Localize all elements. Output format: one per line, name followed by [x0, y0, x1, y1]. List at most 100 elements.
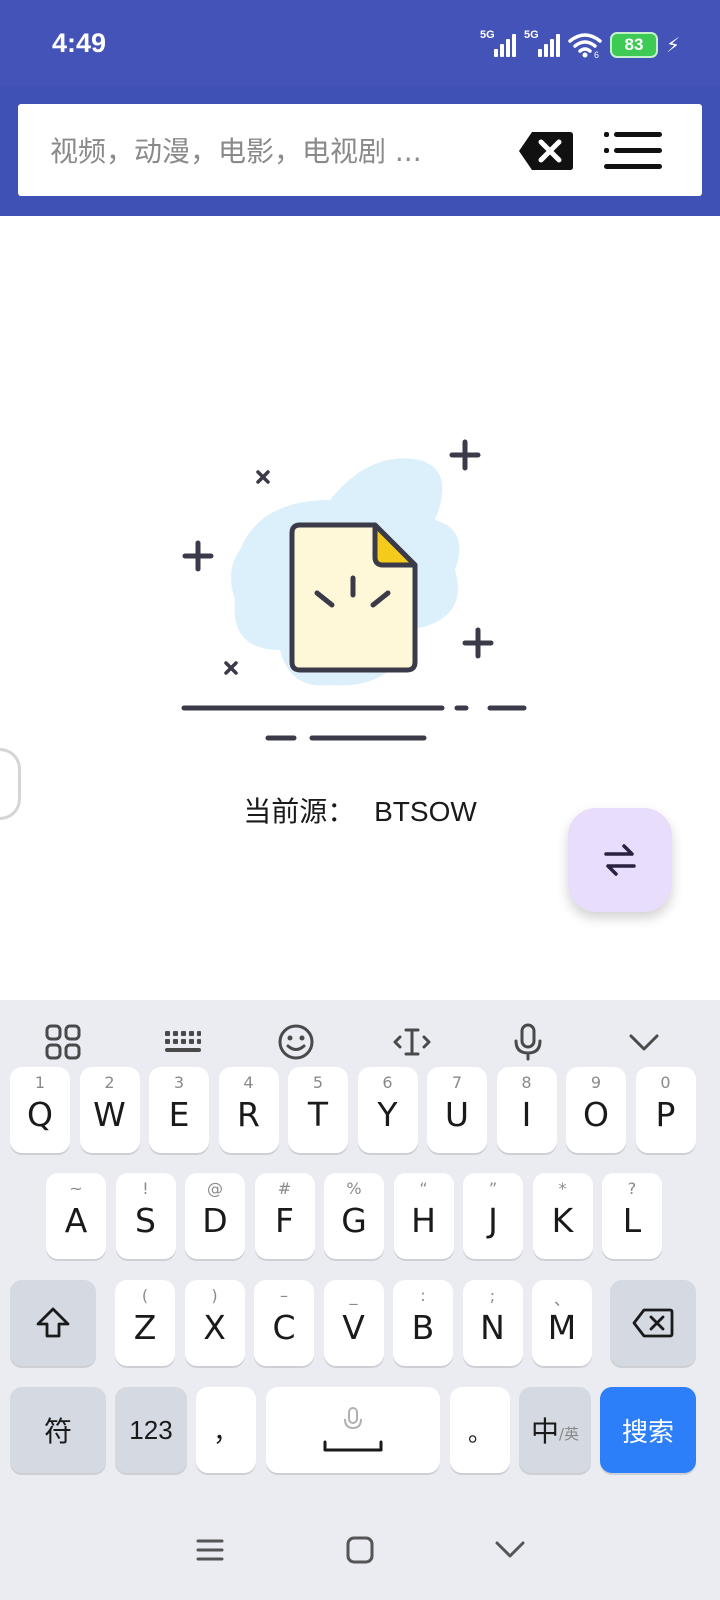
- space-key[interactable]: [266, 1387, 440, 1473]
- shift-arrow-icon: [36, 1307, 70, 1338]
- key-hint: %: [346, 1179, 362, 1198]
- key-label: U: [444, 1094, 470, 1134]
- key-l[interactable]: ? L: [602, 1173, 662, 1259]
- key-label: R: [237, 1094, 260, 1134]
- key-hint: !: [142, 1179, 149, 1198]
- key-g[interactable]: % G: [324, 1173, 384, 1259]
- key-hint: 8: [521, 1073, 532, 1092]
- language-key-sub: /英: [558, 1424, 580, 1443]
- apps-grid-icon[interactable]: [43, 1022, 83, 1062]
- key-y[interactable]: 6Y: [357, 1067, 418, 1153]
- search-key[interactable]: 搜索: [600, 1387, 696, 1473]
- key-a[interactable]: ~ A: [46, 1173, 106, 1259]
- signal-label: 5G: [479, 29, 495, 41]
- keyboard-layout-icon[interactable]: [162, 1022, 202, 1062]
- clear-search-icon[interactable]: [518, 130, 574, 172]
- backspace-key[interactable]: [610, 1280, 696, 1366]
- key-j[interactable]: ” J: [463, 1173, 523, 1259]
- charging-icon: ⚡: [665, 33, 680, 57]
- key-hint: 5: [312, 1073, 324, 1092]
- numbers-key[interactable]: 123: [115, 1387, 187, 1473]
- swap-arrows-icon: [604, 844, 636, 876]
- key-q[interactable]: 1Q: [10, 1067, 70, 1153]
- key-i[interactable]: 8I: [496, 1067, 557, 1153]
- status-bar: 4:49 5G 5G 6 83 ⚡: [0, 0, 720, 86]
- text-cursor-icon[interactable]: [392, 1022, 432, 1062]
- key-u[interactable]: 7U: [427, 1067, 487, 1153]
- switch-source-button[interactable]: [568, 808, 672, 912]
- emoji-icon[interactable]: [276, 1022, 316, 1062]
- system-nav-bar: [0, 1500, 720, 1600]
- period-key[interactable]: 。: [450, 1387, 510, 1473]
- key-hint: ~: [69, 1179, 83, 1198]
- key-k[interactable]: * K: [532, 1173, 593, 1259]
- key-f[interactable]: # F: [254, 1173, 315, 1259]
- empty-file-illustration: [181, 439, 527, 741]
- numbers-key-label: 123: [129, 1414, 173, 1445]
- signal-icon: 5G: [524, 29, 560, 57]
- key-r[interactable]: 4R: [218, 1067, 279, 1153]
- key-hint: “: [419, 1179, 428, 1198]
- key-hint: 4: [243, 1073, 254, 1092]
- key-hint: ): [211, 1286, 218, 1305]
- key-label: T: [307, 1094, 329, 1134]
- key-hint: ?: [627, 1179, 637, 1198]
- key-label: P: [655, 1094, 676, 1134]
- symbols-key[interactable]: 符: [10, 1387, 106, 1473]
- key-o[interactable]: 9O: [566, 1067, 626, 1153]
- key-hint: (: [141, 1286, 149, 1305]
- comma-key-label: ，: [212, 1417, 239, 1448]
- key-label: D: [202, 1200, 228, 1240]
- key-label: I: [521, 1094, 532, 1134]
- key-label: B: [411, 1307, 435, 1347]
- key-label: E: [168, 1094, 190, 1134]
- key-label: S: [135, 1200, 156, 1240]
- key-c[interactable]: – C: [254, 1280, 314, 1366]
- key-hint: ”: [488, 1179, 498, 1198]
- period-key-label: 。: [468, 1418, 492, 1447]
- language-switch-key[interactable]: 中 /英: [519, 1387, 591, 1473]
- key-hint: 2: [104, 1073, 115, 1092]
- space-bar-icon: [323, 1407, 383, 1452]
- key-label: V: [342, 1307, 365, 1347]
- wifi-icon: 6: [568, 33, 602, 58]
- language-key-main: 中: [530, 1415, 559, 1448]
- key-hint: *: [558, 1179, 567, 1198]
- key-hint: @: [207, 1179, 223, 1198]
- battery-icon: 83: [609, 32, 658, 58]
- key-v[interactable]: _ V: [323, 1280, 384, 1366]
- menu-icon[interactable]: [604, 130, 662, 172]
- key-t[interactable]: 5T: [288, 1067, 348, 1153]
- search-key-label: 搜索: [621, 1417, 674, 1448]
- key-p[interactable]: 0P: [635, 1067, 696, 1153]
- key-hint: 7: [451, 1073, 463, 1092]
- key-hint: _: [349, 1286, 358, 1305]
- key-m[interactable]: 、 M: [532, 1280, 592, 1366]
- key-hint: #: [277, 1179, 292, 1198]
- microphone-icon[interactable]: [508, 1022, 548, 1062]
- key-z[interactable]: (Z: [115, 1280, 175, 1366]
- key-b[interactable]: :B: [393, 1280, 453, 1366]
- key-w[interactable]: 2W: [79, 1067, 140, 1153]
- key-hint: 0: [660, 1073, 671, 1092]
- key-hint: 、: [553, 1290, 570, 1309]
- back-icon[interactable]: [490, 1530, 530, 1570]
- key-hint: ;: [489, 1286, 496, 1305]
- shift-key[interactable]: [10, 1280, 96, 1366]
- key-n[interactable]: ; N: [462, 1280, 523, 1366]
- key-d[interactable]: @ D: [185, 1173, 245, 1259]
- key-hint: 9: [590, 1073, 602, 1092]
- recent-apps-icon[interactable]: [190, 1530, 230, 1570]
- backspace-icon: [632, 1308, 674, 1338]
- key-e[interactable]: 3E: [149, 1067, 209, 1153]
- key-h[interactable]: “H: [393, 1173, 454, 1259]
- key-x[interactable]: ) X: [184, 1280, 245, 1366]
- home-icon[interactable]: [340, 1530, 380, 1570]
- search-input[interactable]: [48, 126, 482, 176]
- signal-icon: 5G: [480, 29, 516, 57]
- collapse-keyboard-icon[interactable]: [624, 1022, 664, 1062]
- comma-key[interactable]: ，: [196, 1387, 256, 1473]
- key-label: O: [583, 1094, 609, 1134]
- signal-label: 5G: [523, 29, 539, 41]
- key-s[interactable]: ! S: [115, 1173, 176, 1259]
